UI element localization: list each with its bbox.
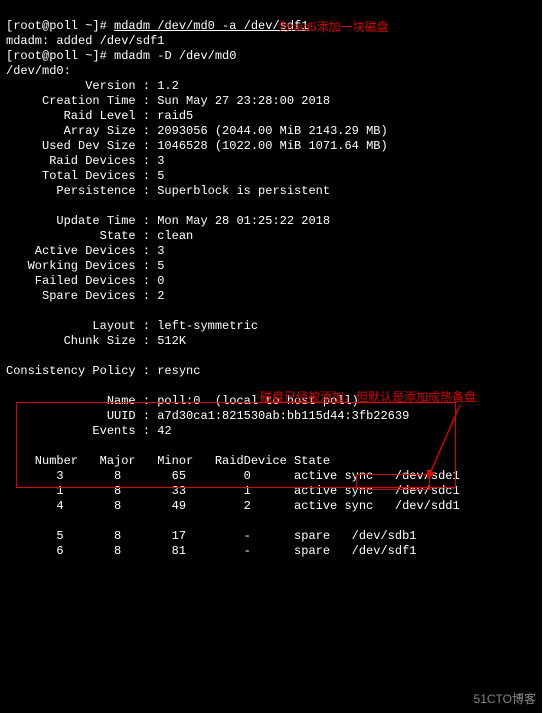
output-dev: /dev/md0: (6, 64, 71, 78)
device-table-header: Number Major Minor RaidDevice State (6, 454, 330, 468)
kv-active-devices: Active Devices : 3 (6, 244, 164, 258)
kv-failed-devices: Failed Devices : 0 (6, 274, 164, 288)
kv-version: Version : 1.2 (6, 79, 179, 93)
kv-events: Events : 42 (6, 424, 172, 438)
prompt-1: [root@poll ~]# mdadm /dev/md0 -a /dev/sd… (6, 19, 308, 33)
kv-used-dev-size: Used Dev Size : 1046528 (1022.00 MiB 107… (6, 139, 388, 153)
kv-state: State : clean (6, 229, 193, 243)
table-row: 6 8 81 - spare /dev/sdf1 (6, 544, 416, 558)
table-row: 5 8 17 - spare /dev/sdb1 (6, 529, 416, 543)
blank-1 (6, 199, 13, 213)
kv-update-time: Update Time : Mon May 28 01:25:22 2018 (6, 214, 330, 228)
table-row: 1 8 33 1 active sync /dev/sdc1 (6, 484, 460, 498)
terminal-output: [root@poll ~]# mdadm /dev/md0 -a /dev/sd… (0, 0, 542, 713)
watermark: 51CTO博客 (474, 692, 536, 707)
annotation-add-disk: 为raid5添加一块磁盘 (278, 20, 389, 35)
kv-layout: Layout : left-symmetric (6, 319, 258, 333)
kv-raid-devices: Raid Devices : 3 (6, 154, 164, 168)
kv-consistency-policy: Consistency Policy : resync (6, 364, 200, 378)
blank-4 (6, 379, 13, 393)
annotation-hot-spare: 磁盘已经被添加，但默认是添加成热备盘 (260, 390, 476, 405)
kv-uuid: UUID : a7d30ca1:821530ab:bb115d44:3fb226… (6, 409, 409, 423)
kv-persistence: Persistence : Superblock is persistent (6, 184, 330, 198)
kv-chunk-size: Chunk Size : 512K (6, 334, 186, 348)
blank-5 (6, 439, 13, 453)
command-2: mdadm -D /dev/md0 (114, 49, 236, 63)
kv-array-size: Array Size : 2093056 (2044.00 MiB 2143.2… (6, 124, 388, 138)
prompt-2: [root@poll ~]# mdadm -D /dev/md0 (6, 49, 236, 63)
kv-working-devices: Working Devices : 5 (6, 259, 164, 273)
kv-creation-time: Creation Time : Sun May 27 23:28:00 2018 (6, 94, 330, 108)
table-row: 4 8 49 2 active sync /dev/sdd1 (6, 499, 460, 513)
table-row: 3 8 65 0 active sync /dev/sde1 (6, 469, 460, 483)
kv-raid-level: Raid Level : raid5 (6, 109, 193, 123)
kv-total-devices: Total Devices : 5 (6, 169, 164, 183)
blank-2 (6, 304, 13, 318)
kv-spare-devices: Spare Devices : 2 (6, 289, 164, 303)
output-added: mdadm: added /dev/sdf1 (6, 34, 164, 48)
blank-3 (6, 349, 13, 363)
table-row-blank (6, 514, 13, 528)
